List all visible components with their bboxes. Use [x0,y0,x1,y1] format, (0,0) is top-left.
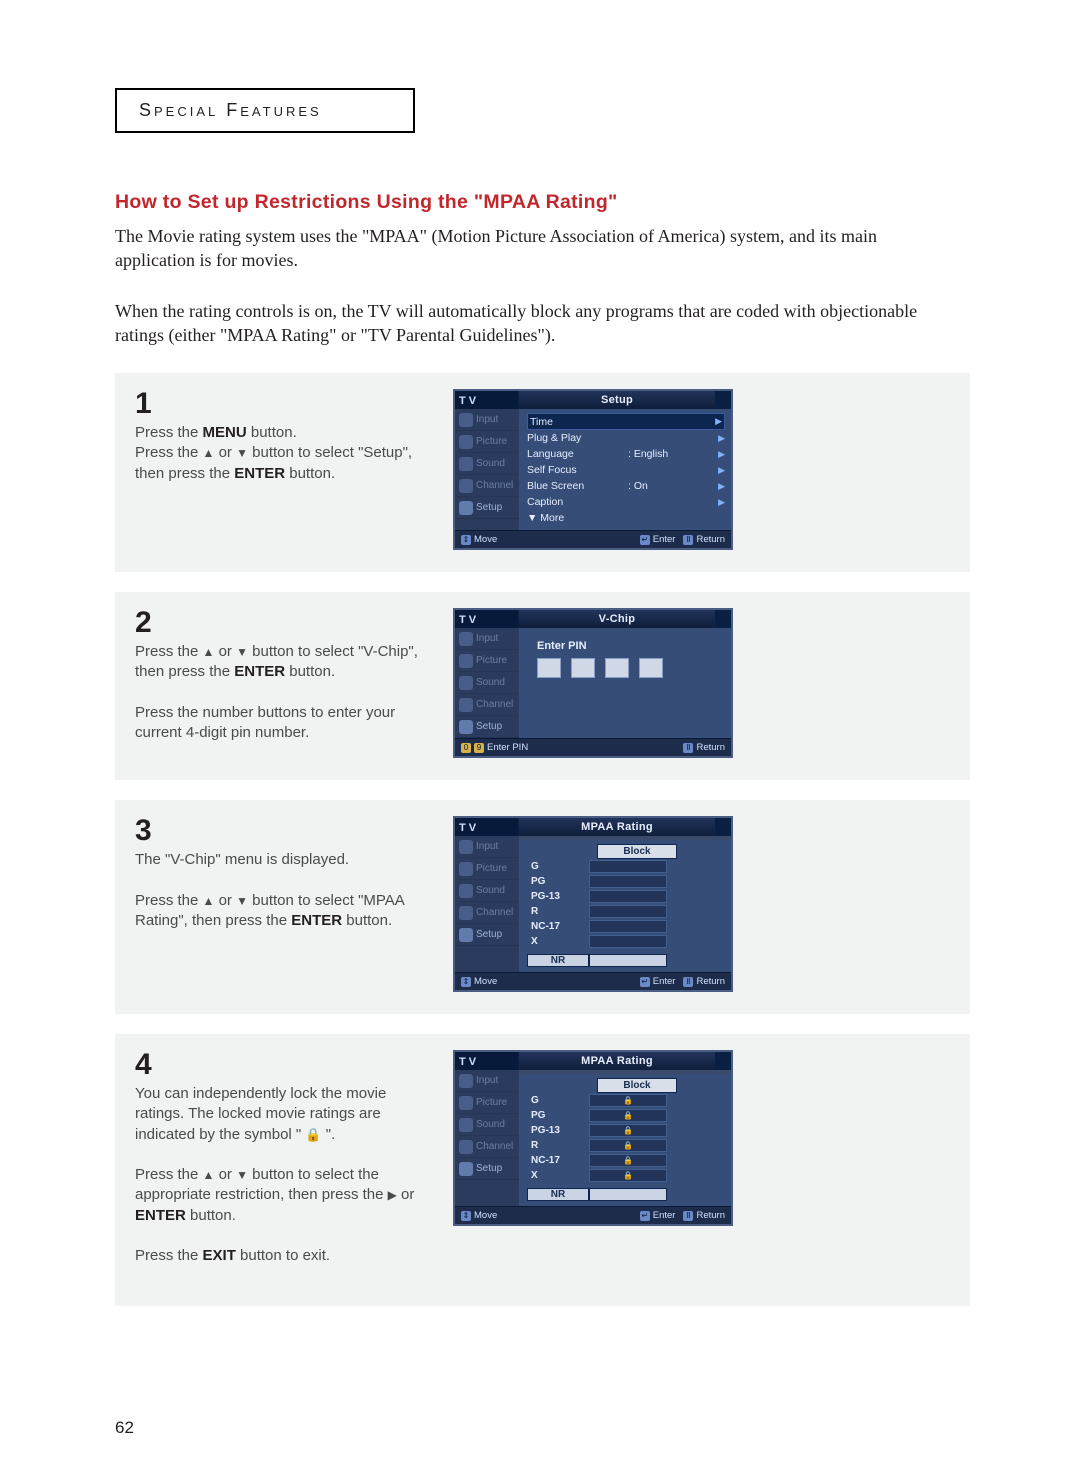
menu-title: Setup [519,391,715,409]
tv-help-bar: ⇕Move ↵Enter ⅡReturn [455,972,731,990]
step-1-text: 1 Press the MENU button. Press the ▲ or … [135,389,425,484]
down-arrow-icon: ▼ [236,446,248,460]
step-4: 4 You can independently lock the movie r… [115,1034,970,1306]
tv-sidebar: Input Picture Sound Channel Setup [455,628,519,738]
tv-badge: T V [455,1052,519,1070]
pin-digit [605,658,629,678]
up-arrow-icon: ▲ [203,894,215,908]
tv-sidebar: Input Picture Sound Channel Setup [455,836,519,972]
pin-entry: Enter PIN [519,628,731,738]
step-3-text: 3 The "V-Chip" menu is displayed. Press … [135,816,425,931]
text: You can independently lock the movie rat… [135,1085,386,1143]
menu-title: MPAA Rating [519,818,715,836]
down-arrow-icon: ▼ [236,645,248,659]
section-header: Special Features [115,88,415,133]
text: or [214,643,236,660]
intro-paragraph-1: The Movie rating system uses the "MPAA" … [115,224,935,273]
text: button. [285,465,335,482]
tv-help-bar: ⇕Move ↵Enter ⅡReturn [455,530,731,548]
pin-boxes [537,658,725,678]
text: Press the [135,643,203,660]
enter-label: ENTER [234,465,285,482]
up-arrow-icon: ▲ [203,446,215,460]
step-4-text: 4 You can independently lock the movie r… [135,1050,425,1266]
step-number: 1 [135,389,425,419]
menu-label: MENU [203,424,247,441]
tv-help-bar: ⇕Move ↵Enter ⅡReturn [455,1206,731,1224]
down-arrow-icon: ▼ [236,894,248,908]
step-number: 3 [135,816,425,846]
page-title: How to Set up Restrictions Using the "MP… [115,191,970,214]
up-arrow-icon: ▲ [203,645,215,659]
text: Press the number buttons to enter your c… [135,704,395,741]
tv-screenshot-vchip-pin: T V V-Chip Input Picture Sound Channel S… [453,608,733,758]
step-number: 4 [135,1050,425,1080]
pin-digit [537,658,561,678]
mpaa-table: Block G PG PG-13 R NC-17 X NR [519,840,731,972]
exit-label: EXIT [203,1247,236,1264]
enter-label: ENTER [234,663,285,680]
text: Press the [135,892,203,909]
enter-label: ENTER [135,1207,186,1224]
pin-digit [571,658,595,678]
lock-icon: 🔒 [305,1127,321,1142]
manual-page: Special Features How to Set up Restricti… [0,0,1080,1482]
text: Press the [135,424,203,441]
step-2: 2 Press the ▲ or ▼ button to select "V-C… [115,592,970,780]
up-arrow-icon: ▲ [203,1168,215,1182]
tv-badge: T V [455,610,519,628]
block-header: Block [597,1078,677,1093]
text: button. [285,663,335,680]
tv-sidebar: Input Picture Sound Channel Setup [455,1070,519,1206]
right-arrow-icon: ▶ [388,1188,397,1202]
mpaa-table-locked: Block G PG PG-13 R NC-17 X NR [519,1074,731,1206]
tv-badge: T V [455,818,519,836]
pin-digit [639,658,663,678]
tv-screenshot-mpaa-locked: T V MPAA Rating Input Picture Sound Chan… [453,1050,733,1226]
tv-badge: T V [455,391,519,409]
text: Press the [135,1247,203,1264]
block-header: Block [597,844,677,859]
text: or [397,1186,415,1203]
text: or [214,1166,236,1183]
text: The "V-Chip" menu is displayed. [135,851,349,868]
menu-title: MPAA Rating [519,1052,715,1070]
step-3: 3 The "V-Chip" menu is displayed. Press … [115,800,970,1014]
text: Press the [135,1166,203,1183]
step-1: 1 Press the MENU button. Press the ▲ or … [115,373,970,572]
text: button. [247,424,297,441]
enter-label: ENTER [291,912,342,929]
tv-help-bar: 09Enter PIN ⅡReturn [455,738,731,756]
down-arrow-icon: ▼ [236,1168,248,1182]
text: ". [322,1126,336,1143]
step-number: 2 [135,608,425,638]
text: button. [186,1207,236,1224]
tv-menu: Time▶ Plug & Play▶ Language: English▶ Se… [519,409,731,530]
enter-pin-label: Enter PIN [527,640,725,652]
text: button to exit. [236,1247,330,1264]
tv-screenshot-mpaa: T V MPAA Rating Input Picture Sound Chan… [453,816,733,992]
text: Press the [135,444,203,461]
menu-title: V-Chip [519,610,715,628]
page-number: 62 [115,1418,134,1438]
tv-screenshot-setup: T V Setup Input Picture Sound Channel Se… [453,389,733,550]
step-2-text: 2 Press the ▲ or ▼ button to select "V-C… [135,608,425,743]
text: or [214,444,236,461]
intro-paragraph-2: When the rating controls is on, the TV w… [115,299,935,348]
text: or [214,892,236,909]
tv-sidebar: Input Picture Sound Channel Setup [455,409,519,530]
text: button. [342,912,392,929]
